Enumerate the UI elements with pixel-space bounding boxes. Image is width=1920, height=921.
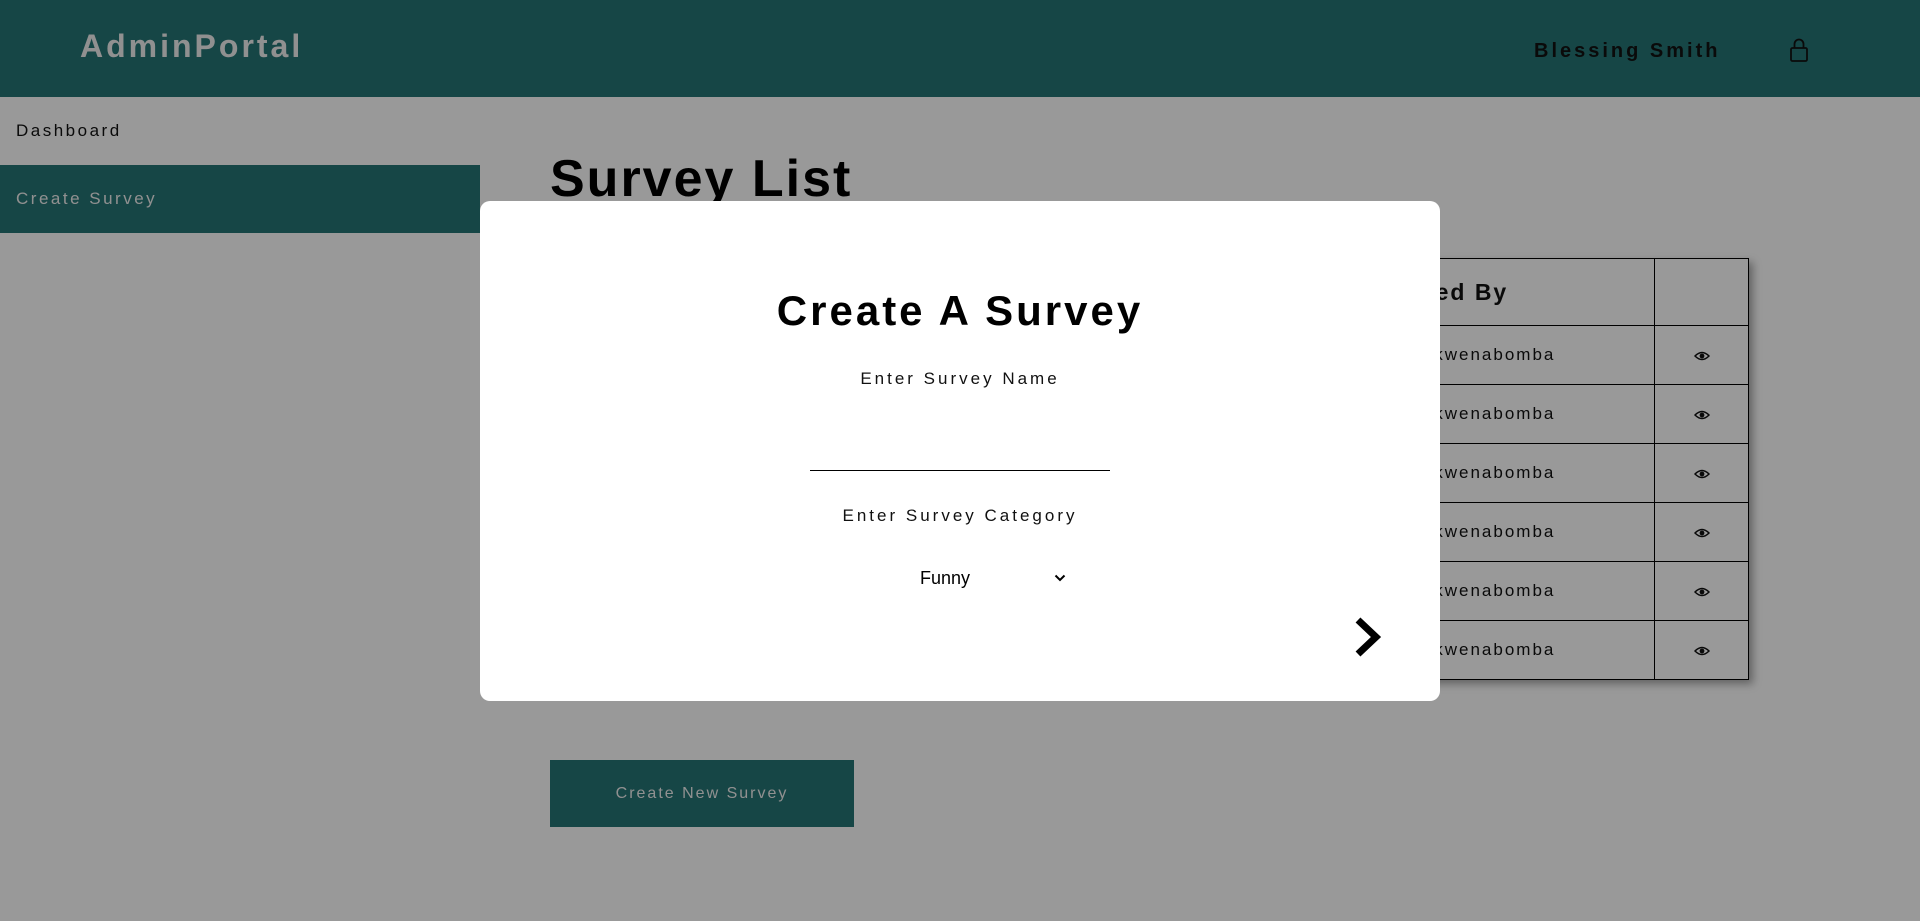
survey-name-label: Enter Survey Name	[860, 369, 1060, 388]
create-survey-modal: Create A Survey Enter Survey Name Enter …	[480, 201, 1440, 701]
survey-name-input[interactable]	[810, 429, 1110, 471]
survey-category-select[interactable]: Funny	[908, 563, 1072, 593]
survey-category-label: Enter Survey Category	[842, 506, 1078, 525]
chevron-down-icon	[1054, 574, 1066, 582]
modal-title: Create A Survey	[776, 287, 1144, 334]
category-selected-value: Funny	[920, 567, 971, 588]
next-chevron-right-icon[interactable]	[1352, 616, 1382, 658]
